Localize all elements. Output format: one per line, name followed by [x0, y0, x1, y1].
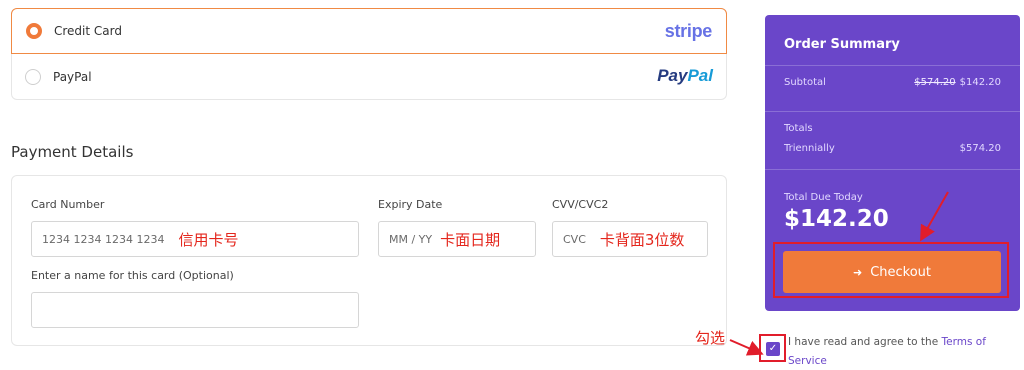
card-number-label: Card Number — [31, 198, 105, 211]
payment-details-title: Payment Details — [11, 143, 134, 161]
expiry-date-label: Expiry Date — [378, 198, 443, 211]
billing-cycle-amount: $574.20 — [959, 143, 1001, 154]
arrow-right-icon: ➜ — [852, 265, 863, 279]
subtotal-discounted-price: $142.20 — [959, 77, 1001, 88]
expiry-date-annotation: 卡面日期 — [440, 230, 501, 249]
radio-unselected-icon[interactable] — [25, 69, 41, 85]
totals-label: Totals — [784, 123, 813, 134]
total-due-amount: $142.20 — [784, 206, 889, 232]
divider — [765, 111, 1020, 112]
agree-annotation: 勾选 — [695, 329, 726, 347]
stripe-logo: stripe — [664, 21, 713, 41]
order-summary-panel: Order Summary Subtotal $574.20 $142.20 To… — [765, 15, 1020, 311]
cvc-input[interactable]: CVC 卡背面3位数 — [552, 221, 708, 257]
card-number-placeholder: 1234 1234 1234 1234 — [42, 232, 165, 246]
payment-method-paypal[interactable]: PayPal PayPal — [11, 54, 727, 100]
expiry-date-input[interactable]: MM / YY 卡面日期 — [378, 221, 536, 257]
card-number-annotation: 信用卡号 — [178, 230, 239, 249]
payment-method-label: PayPal — [53, 70, 92, 84]
cvc-annotation: 卡背面3位数 — [599, 230, 685, 249]
payment-method-label: Credit Card — [54, 24, 122, 38]
payment-method-list: Credit Card stripe PayPal PayPal — [11, 8, 727, 100]
payment-method-credit-card[interactable]: Credit Card stripe — [11, 8, 727, 54]
arrow-to-checkbox — [729, 339, 764, 356]
cvc-placeholder: CVC — [563, 232, 586, 246]
divider — [765, 169, 1020, 170]
card-number-input[interactable]: 1234 1234 1234 1234 信用卡号 — [31, 221, 359, 257]
billing-cycle-label: Triennially — [784, 143, 835, 154]
checkout-button[interactable]: ➜ Checkout — [783, 251, 1001, 293]
payment-details-card: Card Number 1234 1234 1234 1234 信用卡号 Exp… — [11, 175, 727, 346]
subtotal-label: Subtotal — [784, 77, 826, 88]
subtotal-value: $574.20 $142.20 — [914, 77, 1001, 88]
order-summary-title: Order Summary — [784, 37, 900, 52]
expiry-date-placeholder: MM / YY — [389, 232, 433, 246]
cvc-label: CVV/CVC2 — [552, 198, 609, 211]
radio-selected-icon[interactable] — [26, 23, 42, 39]
terms-checkbox[interactable]: ✓ — [766, 342, 780, 356]
subtotal-original-price: $574.20 — [914, 77, 956, 88]
divider — [765, 65, 1020, 66]
card-name-label: Enter a name for this card (Optional) — [31, 269, 234, 282]
card-name-input[interactable] — [31, 292, 359, 328]
paypal-logo: PayPal — [657, 66, 713, 85]
check-icon: ✓ — [768, 343, 778, 354]
checkout-label: Checkout — [870, 264, 932, 280]
total-due-label: Total Due Today — [784, 192, 863, 203]
terms-text: I have read and agree to the Terms of Se… — [788, 336, 986, 367]
